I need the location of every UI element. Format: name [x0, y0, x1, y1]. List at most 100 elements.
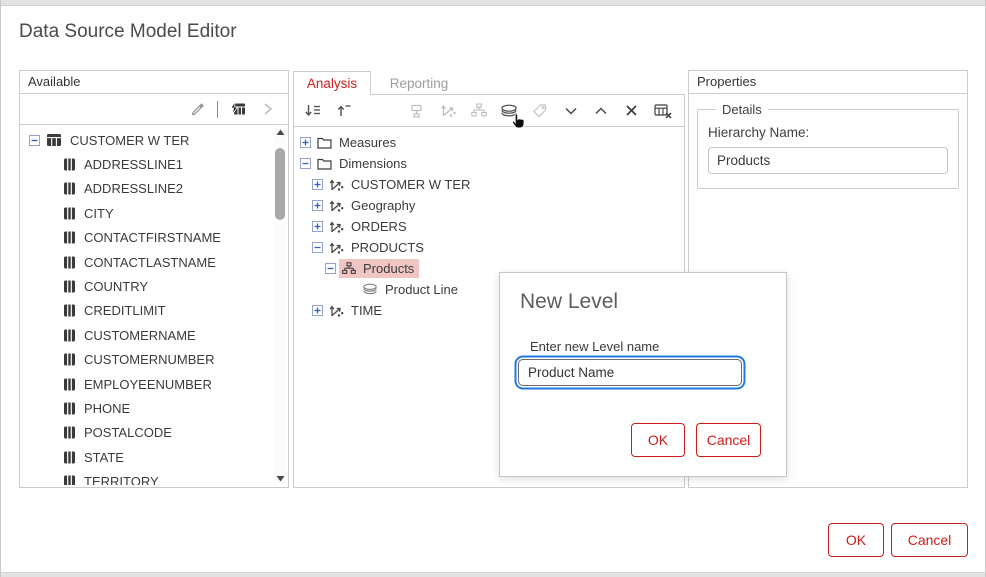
hierarchy-name-label: Hierarchy Name:	[708, 125, 948, 140]
available-panel: Available	[19, 70, 289, 488]
tree-item-label: Product Line	[385, 282, 458, 297]
available-column-row[interactable]: COUNTRY	[21, 274, 274, 298]
chevron-up-icon[interactable]	[592, 101, 611, 121]
available-scrollbar[interactable]	[274, 126, 286, 484]
tree-item-label: PRODUCTS	[351, 240, 424, 255]
folder-icon	[317, 136, 332, 149]
dimension-icon	[329, 178, 344, 192]
column-icon	[63, 426, 76, 439]
auto-populate-model-icon[interactable]	[228, 99, 248, 119]
dialog-title: New Level	[520, 290, 618, 314]
tab-reporting[interactable]: Reporting	[379, 71, 459, 95]
available-column-row[interactable]: ADDRESSLINE1	[21, 152, 274, 176]
collapse-minus-icon[interactable]	[325, 263, 336, 274]
folder-icon	[317, 157, 332, 170]
edit-pencil-icon[interactable]	[187, 99, 207, 119]
available-column-row[interactable]: POSTALCODE	[21, 421, 274, 445]
tree-item-dimensions[interactable]: Dimensions	[294, 153, 684, 174]
tab-analysis[interactable]: Analysis	[293, 71, 371, 95]
column-label: TERRITORY	[84, 474, 159, 485]
dimension-icon	[329, 220, 344, 234]
add-measure-icon[interactable]	[408, 101, 427, 121]
column-icon	[63, 475, 76, 485]
column-icon	[63, 256, 76, 269]
dimension-icon	[329, 199, 344, 213]
add-property-icon[interactable]	[531, 101, 550, 121]
toolbar-divider	[217, 101, 218, 118]
tree-item-label: Products	[363, 261, 414, 276]
column-icon	[63, 280, 76, 293]
level-icon	[362, 283, 378, 296]
top-edge-strip	[1, 0, 986, 6]
expand-plus-icon[interactable]	[312, 179, 323, 190]
collapse-minus-icon[interactable]	[300, 158, 311, 169]
available-column-row[interactable]: CONTACTLASTNAME	[21, 250, 274, 274]
collapse-minus-icon[interactable]	[312, 242, 323, 253]
editor-cancel-button[interactable]: Cancel	[891, 523, 968, 557]
add-dimension-icon[interactable]	[439, 101, 458, 121]
available-tree: CUSTOMER W TER ADDRESSLINE1 ADDRESSLINE2…	[21, 126, 274, 485]
column-label: CUSTOMERNUMBER	[84, 352, 215, 367]
column-label: EMPLOYEENUMBER	[84, 377, 212, 392]
add-hierarchy-icon[interactable]	[469, 101, 488, 121]
available-column-row[interactable]: CITY	[21, 201, 274, 225]
column-label: CREDITLIMIT	[84, 303, 166, 318]
dialog-cancel-button[interactable]: Cancel	[696, 423, 761, 457]
column-label: POSTALCODE	[84, 425, 172, 440]
move-up-icon[interactable]	[335, 101, 354, 121]
new-level-dialog: New Level Enter new Level name OK Cancel	[499, 272, 787, 477]
bottom-edge-strip	[1, 572, 986, 577]
tree-item-geography[interactable]: Geography	[294, 195, 684, 216]
properties-panel-title: Properties	[689, 71, 967, 94]
tree-item-label: Dimensions	[339, 156, 407, 171]
available-column-row[interactable]: PHONE	[21, 396, 274, 420]
available-column-row[interactable]: EMPLOYEENUMBER	[21, 372, 274, 396]
tree-item-label: TIME	[351, 303, 382, 318]
new-level-name-input[interactable]	[518, 359, 742, 386]
expand-plus-icon[interactable]	[300, 137, 311, 148]
available-column-row[interactable]: CUSTOMERNUMBER	[21, 348, 274, 372]
chevron-down-icon[interactable]	[561, 101, 580, 121]
available-toolbar	[20, 94, 288, 125]
hierarchy-name-input[interactable]	[708, 147, 948, 174]
available-column-row[interactable]: CUSTOMERNAME	[21, 323, 274, 347]
mouse-hand-cursor	[510, 112, 526, 130]
available-column-row[interactable]: TERRITORY	[21, 469, 274, 485]
column-icon	[63, 182, 76, 195]
scroll-up-icon[interactable]	[274, 126, 286, 138]
collapse-expander-icon[interactable]	[29, 135, 40, 146]
new-level-name-label: Enter new Level name	[530, 339, 659, 354]
column-label: CITY	[84, 206, 114, 221]
available-column-row[interactable]: ADDRESSLINE2	[21, 177, 274, 201]
details-legend: Details	[716, 102, 768, 117]
available-column-row[interactable]: STATE	[21, 445, 274, 469]
tree-item-products-dimension[interactable]: PRODUCTS	[294, 237, 684, 258]
table-icon	[46, 133, 62, 147]
move-down-icon[interactable]	[304, 101, 323, 121]
dialog-ok-button[interactable]: OK	[631, 423, 685, 457]
scrollbar-thumb[interactable]	[275, 148, 285, 220]
column-label: ADDRESSLINE2	[84, 181, 183, 196]
expand-plus-icon[interactable]	[312, 200, 323, 211]
editor-ok-button[interactable]: OK	[828, 523, 884, 557]
available-table-row[interactable]: CUSTOMER W TER	[21, 128, 274, 152]
tree-item-label: Geography	[351, 198, 415, 213]
details-fieldset: Details Hierarchy Name:	[697, 102, 959, 189]
expand-plus-icon[interactable]	[312, 305, 323, 316]
model-toolbar	[294, 95, 684, 127]
chevron-right-icon[interactable]	[258, 99, 278, 119]
column-icon	[63, 451, 76, 464]
tree-item-orders[interactable]: ORDERS	[294, 216, 684, 237]
available-column-row[interactable]: CREDITLIMIT	[21, 299, 274, 323]
tree-item-measures[interactable]: Measures	[294, 132, 684, 153]
scroll-down-icon[interactable]	[274, 472, 286, 484]
expand-plus-icon[interactable]	[312, 221, 323, 232]
data-source-model-editor-window: Data Source Model Editor Available	[0, 0, 986, 577]
selected-highlight: Products	[339, 259, 419, 278]
clear-model-icon[interactable]	[653, 101, 672, 121]
tree-item-label: CUSTOMER W TER	[351, 177, 470, 192]
tree-item-customer-w-ter[interactable]: CUSTOMER W TER	[294, 174, 684, 195]
column-label: ADDRESSLINE1	[84, 157, 183, 172]
remove-icon[interactable]	[623, 101, 642, 121]
available-column-row[interactable]: CONTACTFIRSTNAME	[21, 226, 274, 250]
